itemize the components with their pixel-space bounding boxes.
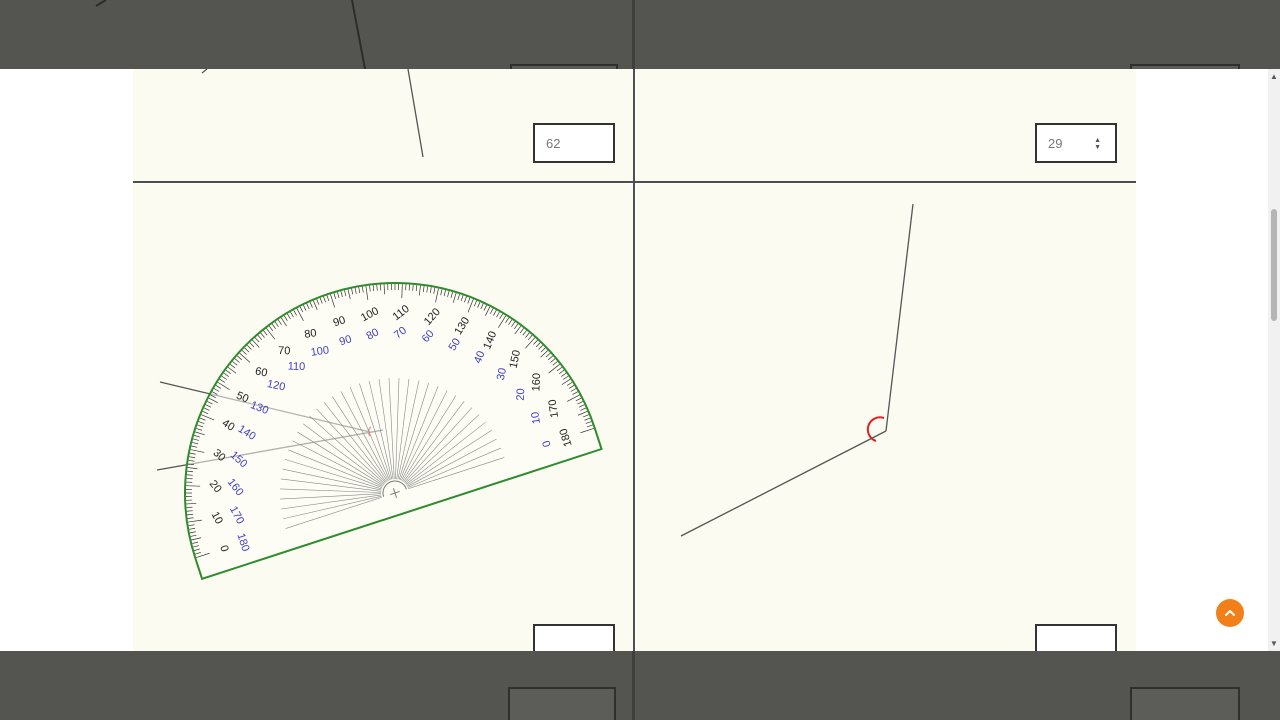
worksheet: 62 29 ▲ ▼ 0 10 20 30 40 50 60 70 80 90 100 110 120 130… bbox=[0, 69, 1268, 651]
overlay-ghost-box bbox=[508, 687, 616, 720]
question-panel-top-right: 29 ▲ ▼ bbox=[636, 69, 1136, 182]
inner-scale-label: 110 bbox=[288, 361, 306, 374]
protractor[interactable]: 0 10 20 30 40 50 60 70 80 90 100 110 120 130 140 150 160… bbox=[133, 184, 633, 651]
triangle-down-icon[interactable]: ▼ bbox=[1270, 639, 1278, 648]
overlay-top-band bbox=[0, 0, 1280, 69]
protractor-edge bbox=[184, 282, 603, 581]
overlay-divider bbox=[632, 651, 635, 720]
back-to-top-button[interactable] bbox=[1216, 599, 1244, 627]
protractor-body[interactable]: 0102030405060708090 100 110 120 130140150160… bbox=[133, 228, 603, 581]
question-panel-top-left: 62 bbox=[133, 69, 633, 182]
overlay-top-lines bbox=[95, 0, 366, 69]
inner-scale-label: 30 bbox=[495, 367, 509, 381]
protractor-graphic[interactable]: 0102030405060708090 100 110 120 130140150160… bbox=[133, 184, 633, 651]
outer-scale-label: 70 bbox=[278, 345, 291, 357]
grid-divider-vertical bbox=[633, 69, 635, 651]
angle-figure bbox=[680, 203, 914, 537]
scroll-thumb[interactable] bbox=[1271, 209, 1277, 321]
answer-value: 29 bbox=[1048, 135, 1063, 151]
answer-input[interactable]: 62 bbox=[533, 123, 615, 163]
answer-input[interactable] bbox=[533, 624, 615, 651]
inner-scale-label: 100 bbox=[310, 344, 330, 358]
triangle-up-icon[interactable]: ▲ bbox=[1270, 72, 1278, 81]
overlay-bottom-band bbox=[0, 651, 1280, 720]
scrollbar[interactable]: ▲ ▼ bbox=[1268, 69, 1280, 651]
spin-arrows-icon[interactable]: ▲ ▼ bbox=[1094, 137, 1101, 151]
inner-scale-label: 10 bbox=[529, 411, 543, 425]
question-panel-bottom-left: 0 10 20 30 40 50 60 70 80 90 100 110 120 130 140 150 160… bbox=[133, 184, 633, 651]
outer-scale-label: 160 bbox=[530, 373, 543, 392]
angle-arc bbox=[866, 416, 885, 442]
inner-scale-label: 20 bbox=[515, 388, 527, 401]
chevron-up-icon bbox=[1225, 610, 1235, 616]
outer-scale-label: 170 bbox=[547, 399, 561, 419]
overlay-divider bbox=[632, 0, 635, 69]
overlay-ghost-box bbox=[1130, 687, 1240, 720]
outer-scale-label: 60 bbox=[254, 365, 268, 379]
outer-scale-label: 80 bbox=[304, 327, 318, 341]
question-panel-bottom-right bbox=[636, 184, 1136, 651]
answer-input[interactable]: 29 ▲ ▼ bbox=[1035, 123, 1117, 163]
answer-input[interactable] bbox=[1035, 624, 1117, 651]
